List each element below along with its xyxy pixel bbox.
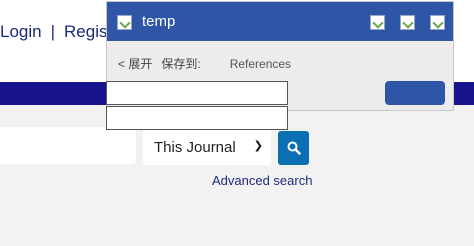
popup-toolbar: < 展开 保存到: References [118, 55, 291, 72]
broken-image-icon[interactable] [400, 15, 415, 30]
scope-select-value: This Journal [154, 138, 236, 156]
popup-header: temp [107, 2, 453, 41]
search-input[interactable] [0, 127, 136, 164]
save-popup: temp < 展开 保存到: References [106, 1, 454, 130]
expand-toggle[interactable]: < 展开 [118, 57, 152, 71]
collection-selector[interactable]: References [230, 57, 291, 71]
save-to-label: 保存到: [161, 57, 201, 71]
broken-image-icon[interactable] [430, 15, 445, 30]
auth-links: Login | Regist [0, 22, 112, 42]
chevron-down-icon: ❯ [253, 140, 263, 152]
broken-image-icon [117, 15, 132, 30]
register-link[interactable]: Regist [64, 22, 112, 41]
advanced-search-link[interactable]: Advanced search [212, 173, 312, 188]
broken-image-icon[interactable] [370, 15, 385, 30]
scope-select[interactable]: This Journal ❯ [143, 129, 271, 165]
link-separator: | [50, 22, 56, 41]
popup-title: temp [142, 13, 176, 30]
popup-field-1[interactable] [106, 81, 288, 105]
popup-field-2[interactable] [106, 106, 288, 130]
search-icon [287, 141, 301, 155]
search-button[interactable] [278, 131, 309, 165]
login-link[interactable]: Login [0, 22, 42, 41]
popup-save-button[interactable] [385, 81, 445, 105]
